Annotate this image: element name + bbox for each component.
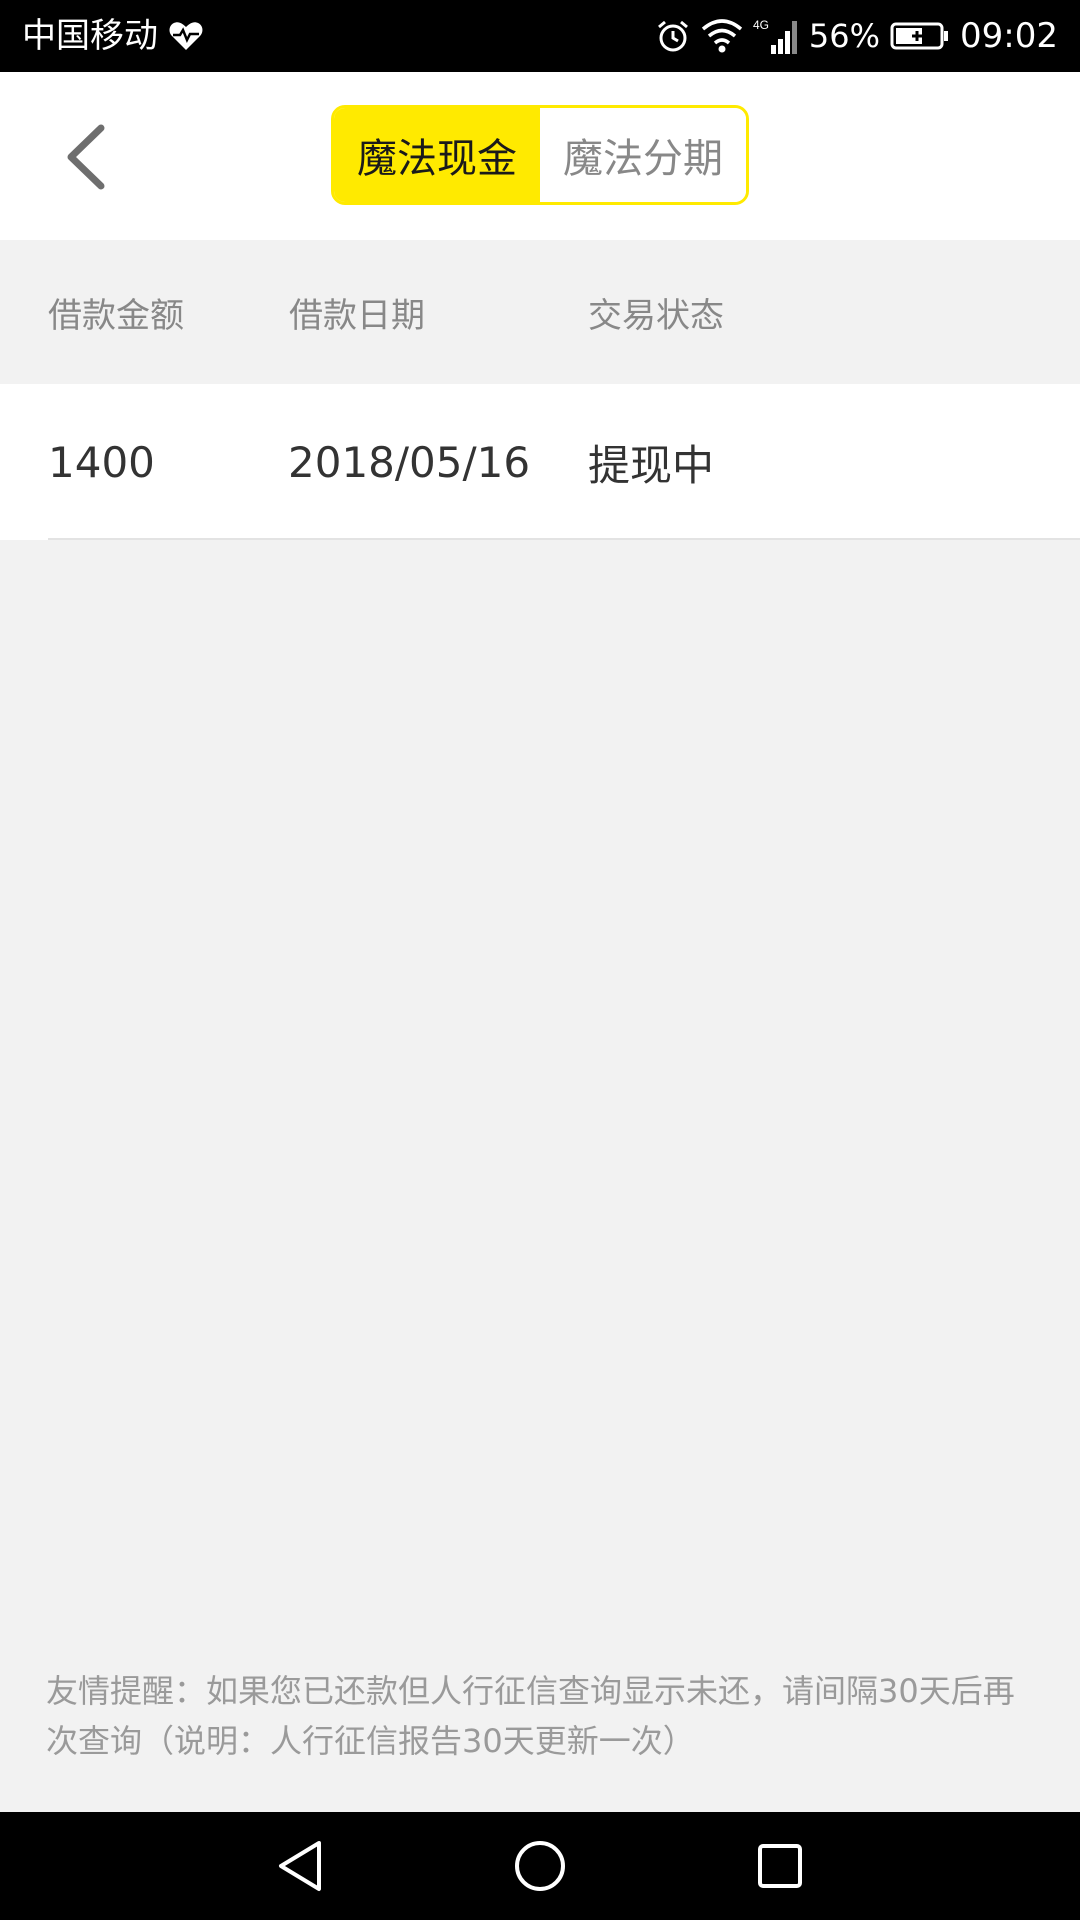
tab-magic-installment[interactable]: 魔法分期 [540, 108, 746, 202]
screen: 中国移动 4G 56% 09:02 魔法现金 魔法分期 借款金额 借款日期 交易… [0, 0, 1080, 1920]
header: 魔法现金 魔法分期 [0, 72, 1080, 240]
nav-recents-button[interactable] [720, 1812, 840, 1920]
back-triangle-icon [279, 1841, 321, 1891]
row-date: 2018/05/16 [288, 437, 531, 487]
segmented-control: 魔法现金 魔法分期 [331, 105, 749, 205]
wifi-icon [701, 19, 743, 53]
recents-square-icon [758, 1844, 802, 1888]
signal-icon: 4G [753, 17, 799, 55]
heart-pulse-icon [168, 20, 204, 52]
footer-reminder-text: 友情提醒：如果您已还款但人行征信查询显示未还，请间隔30天后再次查询（说明：人行… [46, 1672, 1015, 1760]
row-divider [48, 538, 1080, 540]
nav-home-button[interactable] [480, 1812, 600, 1920]
battery-percent: 56% [808, 17, 881, 55]
table-row[interactable]: 1400 2018/05/16 提现中 [0, 384, 1080, 540]
battery-charging-icon [890, 21, 950, 51]
carrier-name: 中国移动 [22, 16, 158, 56]
column-header-date: 借款日期 [289, 295, 425, 336]
chevron-left-icon [67, 124, 105, 190]
table-header: 借款金额 借款日期 交易状态 [0, 240, 1080, 384]
row-amount: 1400 [48, 437, 155, 487]
back-button[interactable] [50, 122, 120, 192]
clock-time: 09:02 [960, 16, 1058, 56]
row-status: 提现中 [588, 440, 715, 490]
tab-magic-cash[interactable]: 魔法现金 [334, 108, 540, 202]
alarm-icon [655, 18, 691, 54]
status-right: 4G 56% 09:02 [655, 17, 1058, 55]
column-header-status: 交易状态 [588, 295, 724, 336]
network-type: 4G [753, 18, 769, 32]
navigation-bar [0, 1812, 1080, 1920]
status-bar: 中国移动 4G 56% 09:02 [0, 0, 1080, 72]
column-header-amount: 借款金额 [48, 295, 184, 336]
nav-back-button[interactable] [240, 1812, 360, 1920]
status-left: 中国移动 [22, 19, 204, 53]
home-circle-icon [515, 1841, 565, 1891]
